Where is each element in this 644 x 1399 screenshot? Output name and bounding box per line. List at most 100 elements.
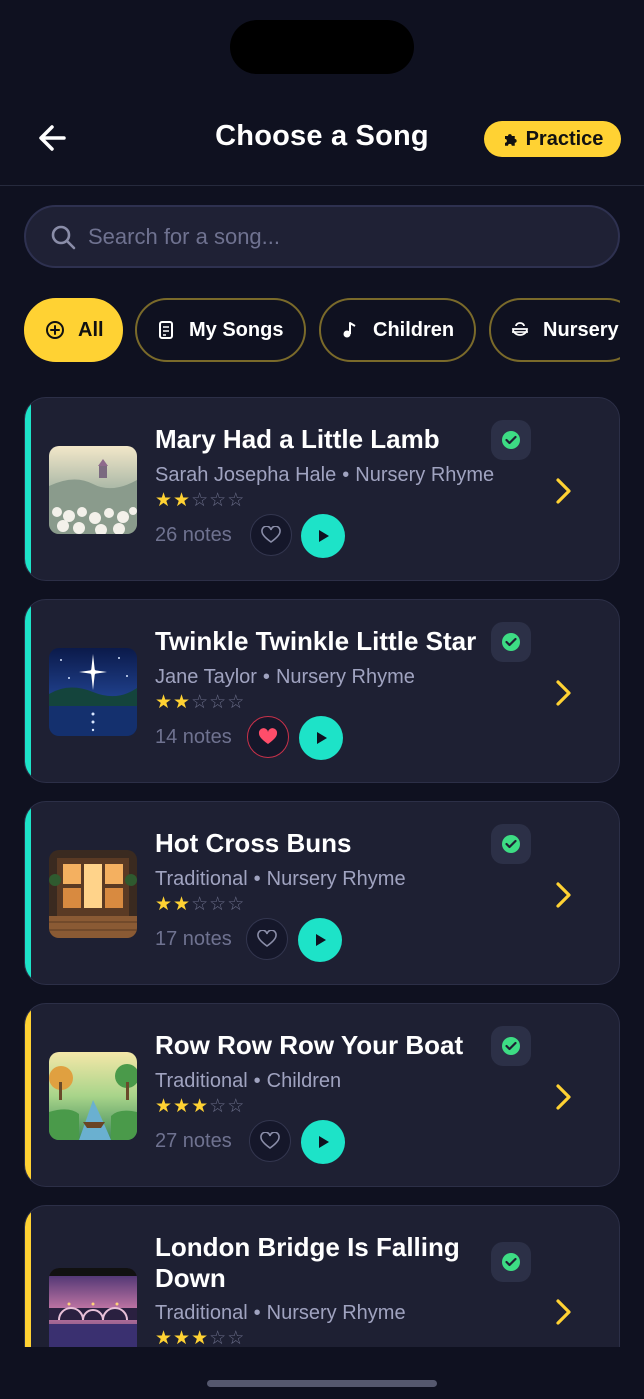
difficulty-stars: ★★★☆☆ [155,1327,245,1347]
check-circle-icon [502,835,520,853]
favorite-button[interactable] [247,716,289,758]
heart-filled-icon [258,728,278,744]
song-category: Children [266,1070,342,1092]
song-category: Nursery Rhyme [355,464,495,486]
star-filled-icon: ★ [173,1096,192,1117]
filter-chips: All My Songs Children Nursery [24,298,620,362]
star-empty-icon: ☆ [191,894,210,915]
song-meta: Traditional • Children [155,1070,341,1093]
favorite-button[interactable] [246,918,288,960]
star-filled-icon: ★ [155,894,174,915]
filter-chip-my-songs[interactable]: My Songs [135,298,306,362]
filter-chip-nursery[interactable]: Nursery [489,298,620,362]
puzzle-icon [504,134,517,146]
note-count: 26 notes [155,524,232,546]
chevron-right-icon[interactable] [551,1082,575,1112]
heart-outline-icon [261,526,281,543]
practice-button[interactable]: Practice [484,121,621,157]
difficulty-stars: ★★☆☆☆ [155,489,245,512]
difficulty-stars: ★★★☆☆ [155,1095,245,1118]
plus-circle-icon [44,319,66,341]
star-empty-icon: ☆ [209,894,228,915]
check-circle-icon [502,1037,520,1055]
song-card[interactable]: Row Row Row Your Boat Traditional • Childr… [24,1003,620,1187]
separator-dot: • [253,1070,261,1092]
play-button[interactable] [299,716,343,760]
star-filled-icon: ★ [155,1096,174,1117]
play-button[interactable] [301,1120,345,1164]
star-empty-icon: ☆ [227,894,246,915]
favorite-button[interactable] [249,1120,291,1162]
filter-chip-label: Children [373,318,455,341]
play-icon [319,530,329,542]
star-empty-icon: ☆ [191,692,210,713]
song-thumbnail-bridge [49,1268,137,1347]
star-empty-icon: ☆ [209,1096,228,1117]
song-card[interactable]: Twinkle Twinkle Little Star Jane Taylor •… [24,599,620,783]
play-button[interactable] [298,918,342,962]
filter-chip-all[interactable]: All [24,298,123,362]
heart-outline-icon [260,1132,280,1149]
check-circle-icon [502,1253,520,1271]
song-author: Jane Taylor [155,666,257,688]
choose-song-screen: Choose a Song Practice All My Songs [0,0,644,1399]
song-category: Nursery Rhyme [266,868,406,890]
chevron-right-icon[interactable] [551,678,575,708]
song-card[interactable]: London Bridge Is Falling Down Traditiona… [24,1205,620,1347]
practice-label: Practice [525,127,604,150]
star-empty-icon: ☆ [209,692,228,713]
chevron-right-icon[interactable] [551,880,575,910]
filter-chip-label: Nursery [543,318,619,341]
separator-dot: • [262,666,270,688]
song-author: Traditional [155,868,248,890]
filter-chip-label: My Songs [189,318,284,341]
document-icon [155,319,177,341]
completed-badge [491,420,531,460]
completed-badge [491,824,531,864]
song-thumbnail-boat [49,1052,137,1140]
song-thumbnail-starry-lake [49,648,137,736]
check-circle-icon [502,431,520,449]
star-filled-icon: ★ [173,490,192,511]
song-list: Mary Had a Little Lamb Sarah Josepha Hal… [24,397,620,1347]
song-category: Nursery Rhyme [275,666,415,688]
completed-badge [491,622,531,662]
accent-bar [25,802,31,984]
completed-badge [491,1026,531,1066]
filter-chip-label: All [78,318,104,341]
note-count: 14 notes [155,726,232,748]
star-filled-icon: ★ [191,1328,210,1347]
favorite-button[interactable] [250,514,292,556]
song-category: Nursery Rhyme [266,1302,406,1324]
accent-bar [25,1004,31,1186]
song-card[interactable]: Mary Had a Little Lamb Sarah Josepha Hal… [24,397,620,581]
star-empty-icon: ☆ [227,692,246,713]
song-author: Sarah Josepha Hale [155,464,337,486]
chevron-right-icon[interactable] [551,476,575,506]
search-input[interactable] [88,223,568,250]
star-filled-icon: ★ [155,490,174,511]
play-button[interactable] [301,514,345,558]
song-author: Traditional [155,1070,248,1092]
header: Choose a Song Practice [0,100,644,186]
song-title: Row Row Row Your Boat [155,1030,464,1060]
note-count: 17 notes [155,928,232,950]
home-indicator[interactable] [207,1380,437,1387]
dynamic-island [230,20,414,74]
star-empty-icon: ☆ [209,490,228,511]
star-filled-icon: ★ [191,1096,210,1117]
difficulty-stars: ★★☆☆☆ [155,691,245,714]
filter-chip-children[interactable]: Children [319,298,476,362]
bowl-icon [509,319,531,341]
search-icon [51,225,76,249]
star-filled-icon: ★ [173,1328,192,1347]
song-title: London Bridge Is Falling Down [155,1232,460,1293]
song-card[interactable]: Hot Cross Buns Traditional • Nursery Rhyme… [24,801,620,985]
heart-outline-icon [257,930,277,947]
star-empty-icon: ☆ [209,1328,228,1347]
star-empty-icon: ☆ [227,1328,246,1347]
chevron-right-icon[interactable] [551,1297,575,1327]
song-title: Mary Had a Little Lamb [155,424,440,454]
completed-badge [491,1242,531,1282]
search-bar[interactable] [24,205,620,268]
